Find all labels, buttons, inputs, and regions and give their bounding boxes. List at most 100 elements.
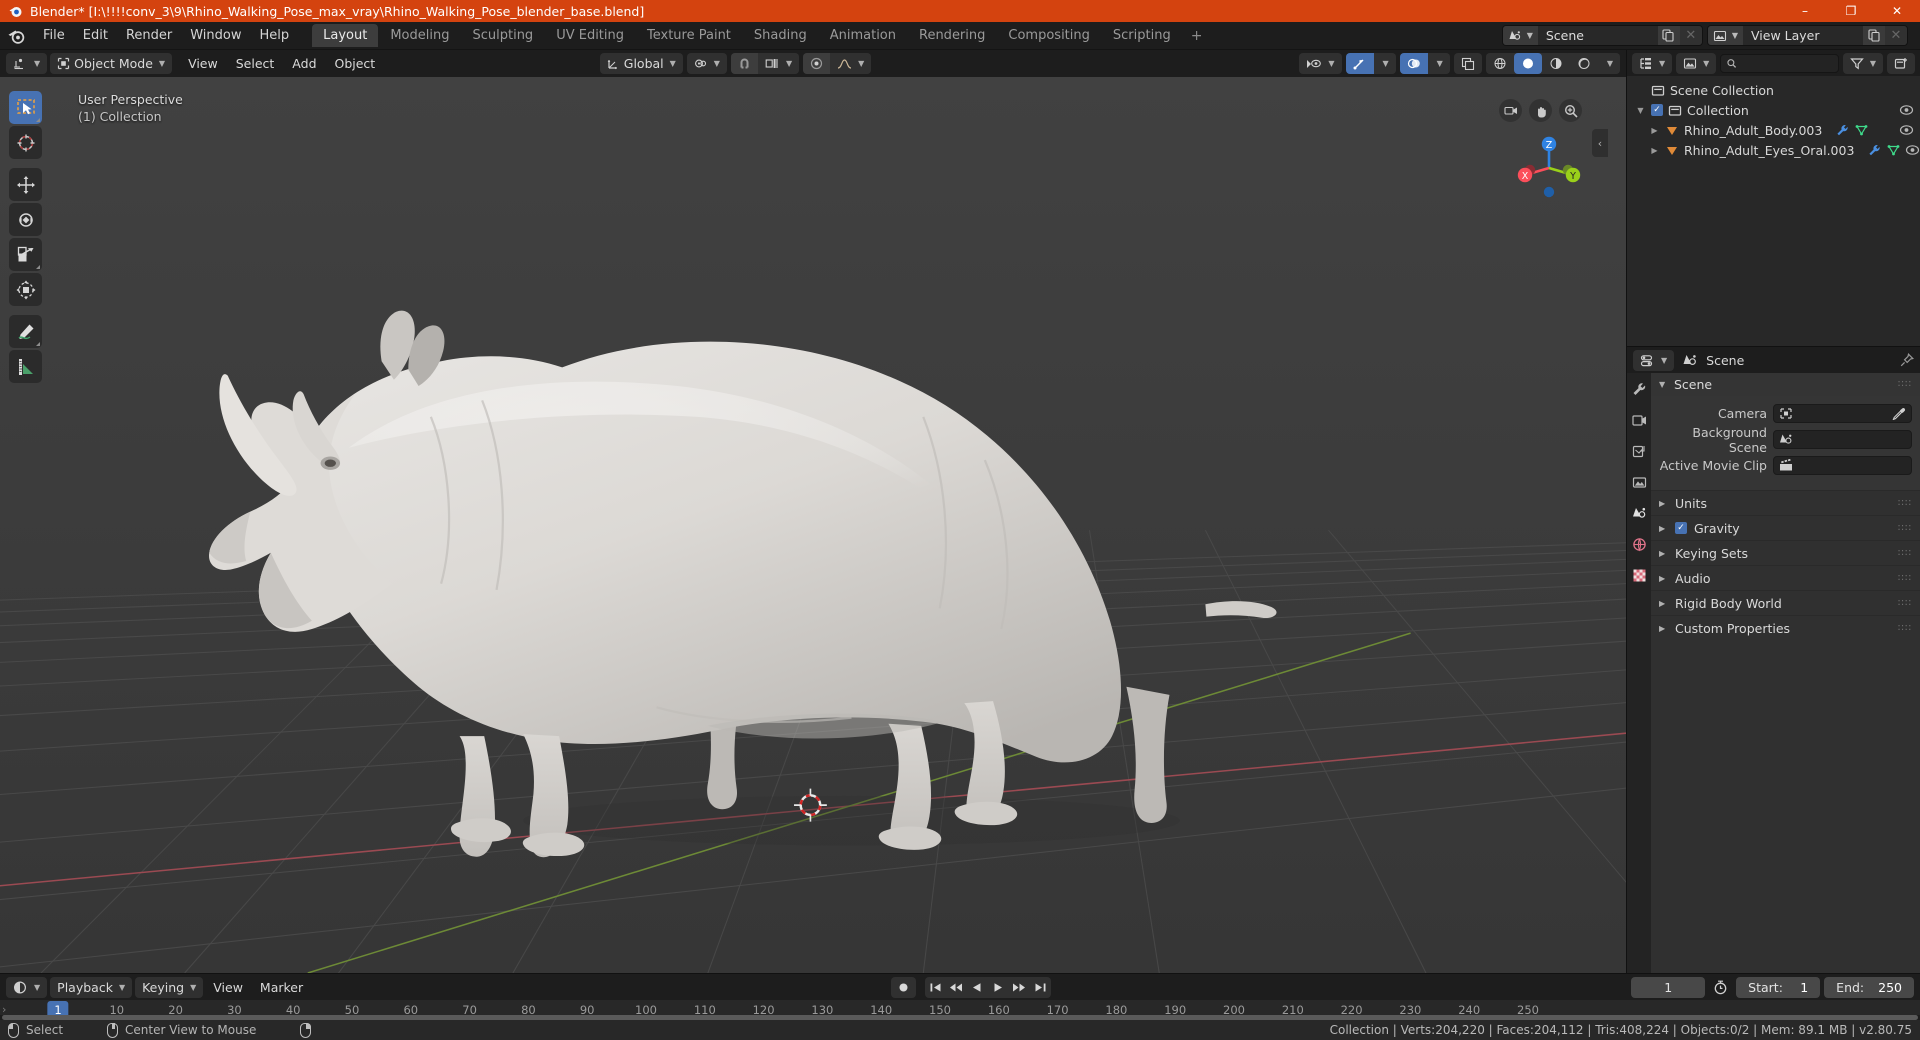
tool-transform[interactable] (9, 273, 42, 306)
timeline-menu-playback[interactable]: Playback ▼ (50, 976, 133, 998)
timeline-menu-view[interactable]: View (206, 977, 250, 998)
outliner-search-box[interactable] (1720, 53, 1839, 73)
disclosure-triangle-icon[interactable]: ▶ (1659, 624, 1668, 633)
shading-material-button[interactable] (1541, 53, 1570, 74)
jump-to-end-button[interactable] (1030, 977, 1051, 998)
mode-selector[interactable]: Object Mode ▼ (50, 53, 173, 74)
properties-tab-output[interactable] (1629, 441, 1649, 461)
shading-rendered-button[interactable] (1569, 53, 1598, 74)
tool-rotate[interactable] (9, 203, 42, 236)
mesh-data-icon[interactable] (1855, 124, 1868, 136)
pin-icon[interactable] (1900, 353, 1914, 367)
menu-edit[interactable]: Edit (74, 25, 117, 46)
tool-annotate[interactable] (9, 315, 42, 348)
tab-scripting[interactable]: Scripting (1102, 24, 1182, 47)
transform-orientation-selector[interactable]: Global ▼ (599, 53, 683, 74)
outliner-tree[interactable]: Scene Collection ▼ ✓ Collection ▶ Rhino_… (1627, 76, 1920, 346)
properties-tab-tool[interactable] (1629, 379, 1649, 399)
new-scene-button[interactable] (1657, 26, 1680, 45)
tool-measure[interactable] (9, 350, 42, 383)
frame-end-field[interactable]: End: 250 (1824, 976, 1914, 998)
mesh-data-icon[interactable] (1887, 144, 1900, 156)
outliner-row-scene-collection[interactable]: Scene Collection (1627, 80, 1920, 100)
scene-name[interactable]: Scene (1537, 26, 1658, 45)
3d-viewport[interactable]: User Perspective (1) Collection Z X Y ‹ (0, 77, 1626, 973)
tab-rendering[interactable]: Rendering (908, 24, 996, 47)
tab-compositing[interactable]: Compositing (997, 24, 1101, 47)
eyedropper-icon[interactable] (1892, 407, 1906, 420)
minimize-button[interactable]: – (1782, 0, 1828, 22)
scene-browse-icon[interactable]: ▼ (1502, 26, 1538, 45)
section-gravity[interactable]: ▶ ✓ Gravity ∶∶∶∶ (1651, 515, 1920, 540)
view-pan-hand-icon[interactable] (1529, 99, 1552, 122)
disclosure-triangle-icon[interactable]: ▶ (1649, 146, 1660, 155)
outliner-new-collection-button[interactable] (1887, 52, 1915, 74)
menu-render[interactable]: Render (117, 25, 181, 46)
modifier-wrench-icon[interactable] (1836, 124, 1849, 136)
transform-pivot-selector[interactable]: ▼ (686, 53, 727, 74)
maximize-button[interactable]: ❐ (1828, 0, 1874, 22)
timeline-menu-keying[interactable]: Keying ▼ (135, 976, 204, 998)
show-overlays-toggle[interactable] (1399, 53, 1428, 74)
frame-start-field[interactable]: Start: 1 (1736, 976, 1821, 998)
shading-wireframe-button[interactable] (1485, 53, 1514, 74)
current-frame-field[interactable]: 1 (1631, 976, 1706, 998)
sidebar-toggle-chevron-icon[interactable]: ‹ (1592, 129, 1608, 157)
tab-texture-paint[interactable]: Texture Paint (636, 24, 742, 47)
outliner-filter-button[interactable]: ▼ (1842, 52, 1883, 74)
proportional-editing-toggle[interactable] (803, 53, 831, 74)
camera-field-input[interactable] (1773, 404, 1912, 423)
timeline-editor-type-button[interactable]: ▼ (6, 976, 48, 998)
disclosure-triangle-icon[interactable]: ▶ (1649, 126, 1660, 135)
view-layer-selector[interactable]: ▼ View Layer ✕ (1706, 25, 1908, 46)
menu-file[interactable]: File (34, 25, 74, 46)
jump-to-start-button[interactable] (925, 977, 946, 998)
active-movie-clip-input[interactable] (1773, 456, 1912, 475)
tool-move[interactable] (9, 168, 42, 201)
viewport-menu-object[interactable]: Object (326, 53, 385, 74)
add-workspace-button[interactable]: + (1183, 24, 1211, 48)
section-keying-sets[interactable]: ▶ Keying Sets ∶∶∶∶ (1651, 540, 1920, 565)
outliner-row-object-eyes-oral[interactable]: ▶ Rhino_Adult_Eyes_Oral.003 (1627, 140, 1920, 160)
visibility-eye-icon[interactable] (1899, 104, 1914, 116)
timeline-menu-marker[interactable]: Marker (253, 977, 310, 998)
viewport-menu-view[interactable]: View (179, 53, 227, 74)
section-audio[interactable]: ▶ Audio ∶∶∶∶ (1651, 565, 1920, 590)
gizmo-options-selector[interactable]: ▼ (1373, 53, 1396, 74)
tool-tweak-select[interactable] (9, 91, 42, 124)
outliner-row-object-body[interactable]: ▶ Rhino_Adult_Body.003 (1627, 120, 1920, 140)
editor-type-button[interactable]: ▼ (6, 53, 48, 74)
disclosure-triangle-icon[interactable]: ▶ (1659, 499, 1668, 508)
viewport-menu-add[interactable]: Add (283, 53, 325, 74)
properties-tab-texture[interactable] (1629, 565, 1649, 585)
unlink-scene-button[interactable]: ✕ (1679, 26, 1702, 45)
shading-solid-button[interactable] (1513, 53, 1542, 74)
xray-toggle[interactable] (1453, 53, 1482, 74)
tool-cursor[interactable] (9, 126, 42, 159)
view-layer-browse-icon[interactable]: ▼ (1707, 26, 1743, 45)
collection-checkbox[interactable]: ✓ (1651, 104, 1663, 116)
disclosure-triangle-icon[interactable]: ▶ (1659, 574, 1668, 583)
auto-keying-button[interactable] (890, 976, 916, 998)
new-view-layer-button[interactable] (1863, 26, 1885, 45)
tab-shading[interactable]: Shading (743, 24, 818, 47)
disclosure-triangle-icon[interactable]: ▼ (1635, 106, 1646, 115)
properties-tab-render[interactable] (1629, 410, 1649, 430)
menu-help[interactable]: Help (251, 25, 299, 46)
view-layer-name[interactable]: View Layer (1743, 26, 1863, 45)
scene-panel-header[interactable]: ▼ Scene ∶∶∶∶ (1651, 373, 1920, 396)
overlays-options-selector[interactable]: ▼ (1427, 53, 1450, 74)
menu-window[interactable]: Window (181, 25, 250, 46)
outliner-search-input[interactable] (1741, 56, 1832, 70)
play-reverse-button[interactable] (967, 977, 988, 998)
close-button[interactable]: ✕ (1874, 0, 1920, 22)
tool-scale[interactable] (9, 238, 42, 271)
viewport-menu-select[interactable]: Select (227, 53, 284, 74)
modifier-wrench-icon[interactable] (1868, 144, 1881, 156)
background-scene-input[interactable] (1773, 430, 1912, 449)
snap-toggle-button[interactable] (730, 53, 758, 74)
properties-tab-scene[interactable] (1629, 503, 1649, 523)
properties-editor-type-button[interactable]: ▼ (1633, 349, 1675, 371)
timeline-scrollbar[interactable] (0, 1015, 1920, 1020)
outliner-display-mode-button[interactable]: ▼ (1676, 52, 1717, 74)
